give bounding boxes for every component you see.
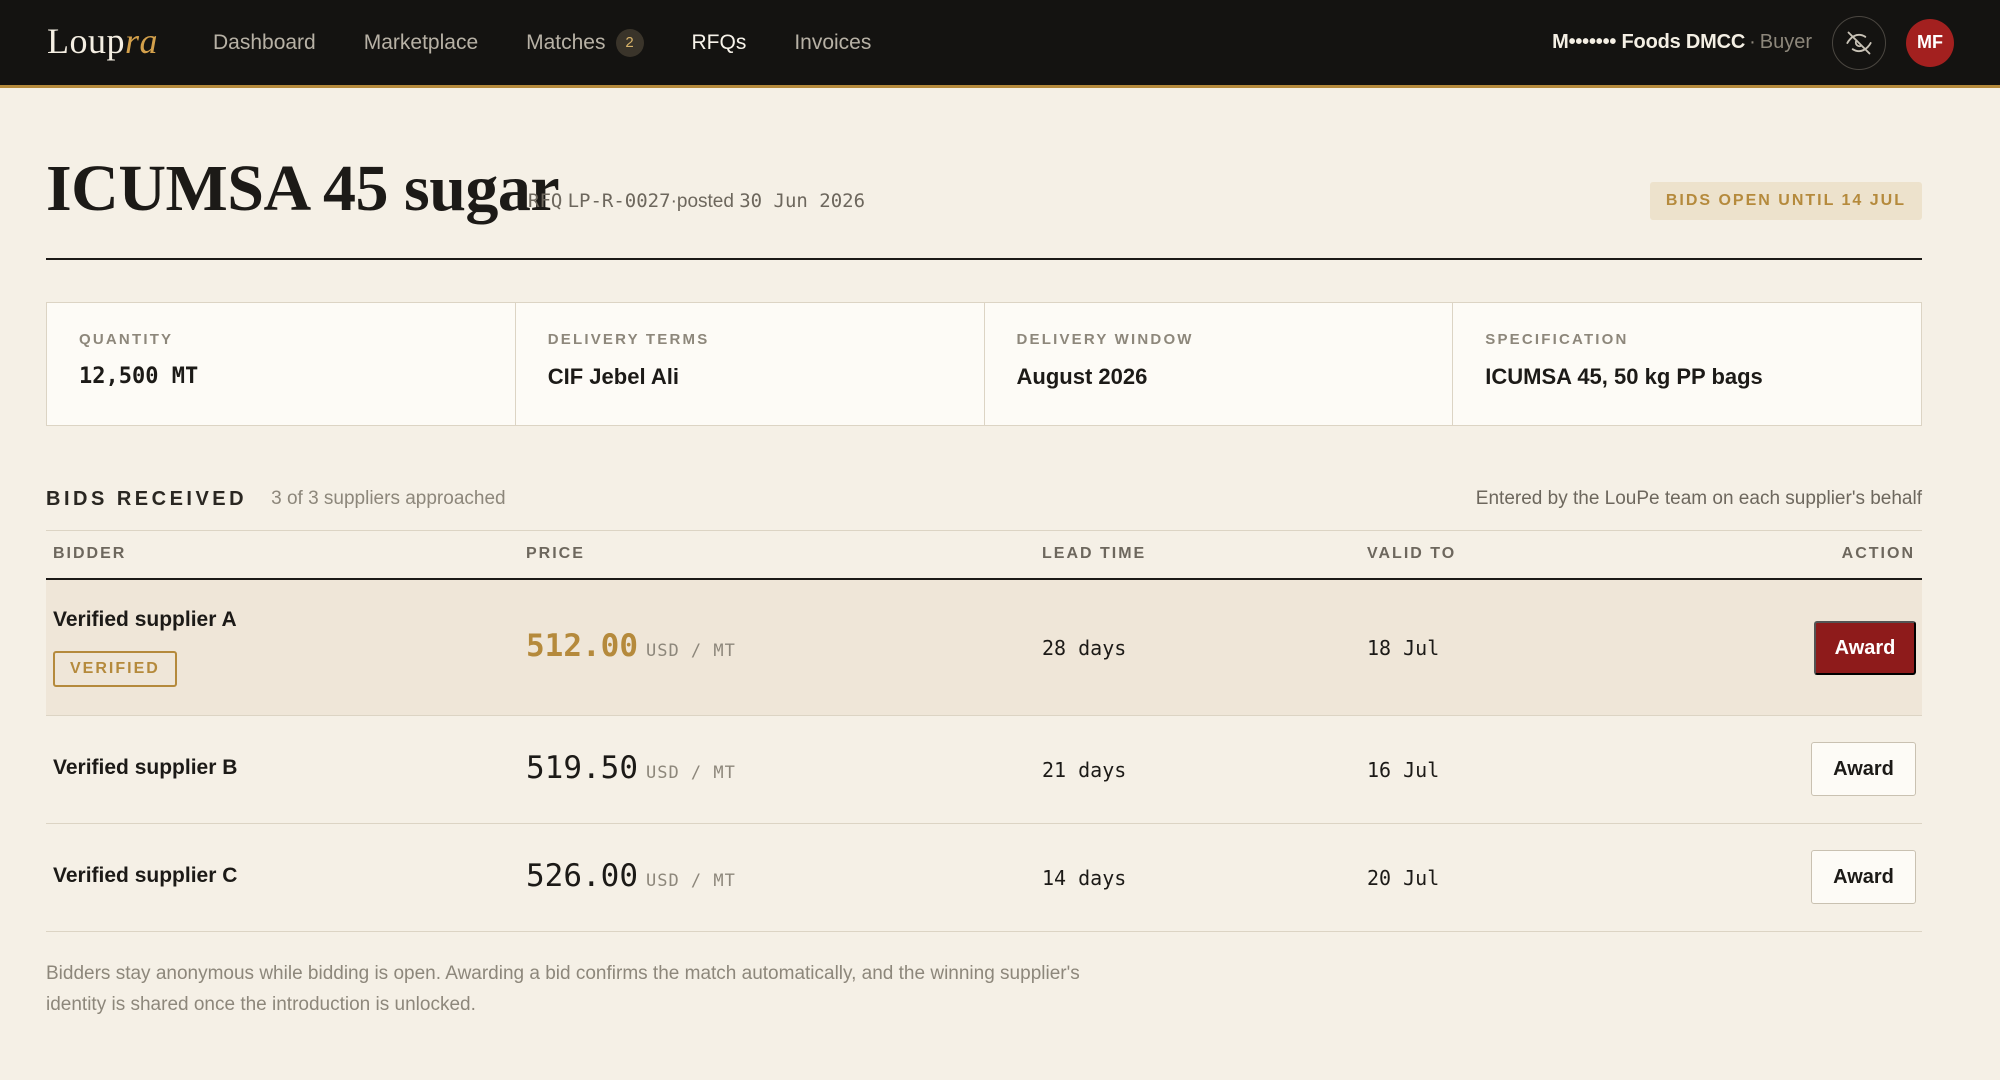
matches-count-badge: 2 bbox=[615, 28, 644, 57]
top-nav: Loupra Dashboard Marketplace Matches 2 R… bbox=[0, 0, 2000, 88]
bid-price-amount: 512.00 bbox=[526, 628, 638, 664]
bidder-name: Verified supplier B bbox=[53, 756, 238, 779]
bid-lead-time: 28 days bbox=[1042, 636, 1127, 660]
bid-price: 519.50 USD / MT bbox=[526, 750, 736, 786]
rfq-id: LP-R-0027 bbox=[567, 190, 671, 212]
spec-delivery-window: DELIVERY WINDOW August 2026 bbox=[985, 303, 1454, 425]
bid-price-unit: USD / MT bbox=[645, 871, 736, 891]
org-role-separator: · bbox=[1749, 31, 1756, 53]
spec-label: DELIVERY TERMS bbox=[547, 331, 710, 348]
bid-row-supplier-b: Verified supplier B 519.50 USD / MT 21 d… bbox=[46, 716, 1922, 824]
award-button-supplier-c[interactable]: Award bbox=[1811, 850, 1916, 904]
column-header-price: PRICE bbox=[526, 545, 585, 562]
rfq-prefix: RFQ bbox=[528, 190, 563, 212]
nav-link-rfqs[interactable]: RFQs bbox=[692, 31, 747, 55]
bids-title: BIDS RECEIVED bbox=[46, 487, 248, 510]
nav-link-dashboard[interactable]: Dashboard bbox=[213, 31, 316, 55]
brand-name-prefix: Loup bbox=[47, 21, 125, 61]
nav-link-matches-label: Matches bbox=[526, 30, 606, 54]
column-header-action: ACTION bbox=[1841, 545, 1915, 562]
bidder-name: Verified supplier A bbox=[53, 608, 237, 631]
page-title: ICUMSA 45 sugar bbox=[46, 152, 560, 225]
bid-row-supplier-c: Verified supplier C 526.00 USD / MT 14 d… bbox=[46, 824, 1922, 932]
spec-label: QUANTITY bbox=[79, 331, 174, 348]
main-nav: Dashboard Marketplace Matches 2 RFQs Inv… bbox=[213, 0, 919, 85]
brand-name-accent: ra bbox=[125, 21, 159, 61]
award-button-supplier-a[interactable]: Award bbox=[1814, 621, 1916, 675]
org-role: Buyer bbox=[1759, 31, 1812, 53]
spec-value: CIF Jebel Ali bbox=[547, 364, 679, 389]
bids-footnote: Bidders stay anonymous while bidding is … bbox=[46, 963, 1080, 1015]
spec-value: 12,500 MT bbox=[79, 364, 199, 389]
spec-value: ICUMSA 45, 50 kg PP bags bbox=[1485, 364, 1763, 389]
nav-link-marketplace[interactable]: Marketplace bbox=[364, 31, 478, 55]
bid-price: 512.00 USD / MT bbox=[526, 628, 736, 664]
account-area: M••••••• Foods DMCC · Buyer MF bbox=[1552, 0, 1954, 85]
bid-valid-to: 20 Jul bbox=[1367, 866, 1440, 890]
brand-logo[interactable]: Loupra bbox=[47, 20, 158, 62]
bid-price-unit: USD / MT bbox=[645, 641, 736, 661]
bid-valid-to: 16 Jul bbox=[1367, 758, 1440, 782]
rfq-meta: RFQ LP-R-0027·posted 30 Jun 2026 bbox=[528, 190, 865, 213]
spec-label: SPECIFICATION bbox=[1485, 331, 1629, 348]
bids-section-header: BIDS RECEIVED 3 of 3 suppliers approache… bbox=[46, 484, 1922, 514]
bid-lead-time: 14 days bbox=[1042, 866, 1127, 890]
nav-link-invoices[interactable]: Invoices bbox=[794, 31, 871, 55]
bid-price-unit: USD / MT bbox=[645, 763, 736, 783]
column-header-bidder: BIDDER bbox=[53, 545, 127, 562]
header-divider bbox=[46, 258, 1922, 260]
bid-row-supplier-a: Verified supplier A VERIFIED 512.00 USD … bbox=[46, 580, 1922, 716]
spec-label: DELIVERY WINDOW bbox=[1016, 331, 1194, 348]
award-button-supplier-b[interactable]: Award bbox=[1811, 742, 1916, 796]
spec-quantity: QUANTITY 12,500 MT bbox=[47, 303, 516, 425]
posted-label: posted bbox=[676, 191, 734, 212]
bids-note: Entered by the LouPe team on each suppli… bbox=[1475, 488, 1922, 509]
bidder-name: Verified supplier C bbox=[53, 864, 238, 887]
org-name: M••••••• Foods DMCC bbox=[1552, 31, 1746, 53]
bid-price-amount: 526.00 bbox=[526, 858, 638, 894]
column-header-valid-to: VALID TO bbox=[1367, 545, 1457, 562]
spec-delivery-terms: DELIVERY TERMS CIF Jebel Ali bbox=[516, 303, 985, 425]
bid-lead-time: 21 days bbox=[1042, 758, 1127, 782]
bid-price: 526.00 USD / MT bbox=[526, 858, 736, 894]
posted-date: 30 Jun 2026 bbox=[739, 190, 866, 212]
bids-table-header: BIDDER PRICE LEAD TIME VALID TO ACTION bbox=[46, 530, 1922, 580]
user-avatar[interactable]: MF bbox=[1906, 18, 1954, 67]
spec-value: August 2026 bbox=[1016, 364, 1148, 389]
bids-open-status-badge: BIDS OPEN UNTIL 14 JUL bbox=[1649, 182, 1922, 220]
bid-price-amount: 519.50 bbox=[526, 750, 638, 786]
bid-valid-to: 18 Jul bbox=[1367, 636, 1440, 660]
column-header-lead-time: LEAD TIME bbox=[1042, 545, 1147, 562]
eye-off-icon bbox=[1846, 31, 1872, 54]
verified-badge: VERIFIED bbox=[53, 651, 177, 687]
privacy-toggle-button[interactable] bbox=[1832, 15, 1886, 70]
rfq-spec-summary: QUANTITY 12,500 MT DELIVERY TERMS CIF Je… bbox=[46, 302, 1922, 426]
spec-specification: SPECIFICATION ICUMSA 45, 50 kg PP bags bbox=[1453, 303, 1921, 425]
nav-link-matches[interactable]: Matches 2 bbox=[526, 28, 644, 57]
bids-subtitle: 3 of 3 suppliers approached bbox=[271, 488, 506, 509]
